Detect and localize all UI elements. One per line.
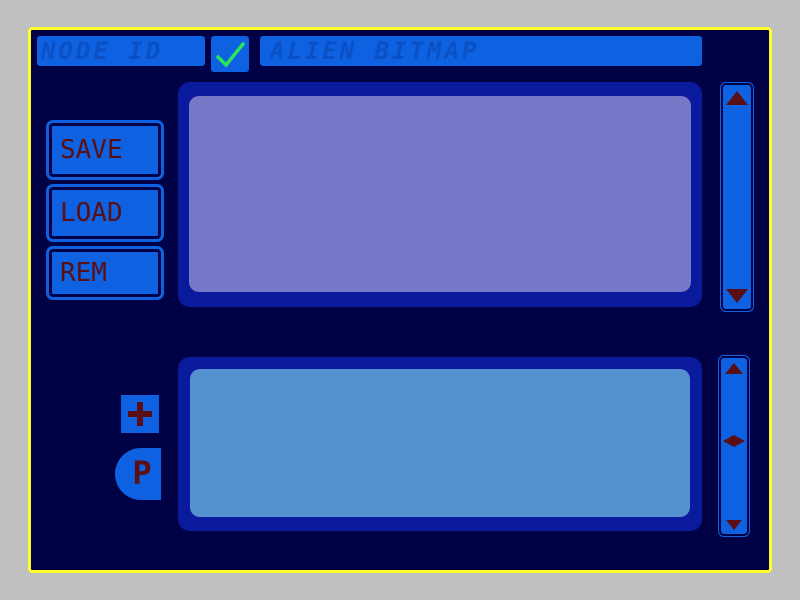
p-button[interactable]: P (115, 448, 161, 500)
scroll-down-arrow-icon[interactable] (726, 289, 748, 303)
plus-icon (128, 402, 152, 426)
p-label: P (132, 454, 152, 492)
rem-button[interactable]: REM (46, 246, 164, 300)
scroll-up-arrow-icon[interactable] (725, 363, 743, 374)
confirm-checkbox[interactable] (211, 36, 249, 72)
list-area[interactable] (190, 369, 690, 517)
lower-panel-frame (178, 357, 702, 531)
diamond-icon[interactable] (721, 434, 747, 448)
scroll-down-arrow-icon[interactable] (726, 520, 742, 530)
app-window: NODE ID ALIEN BITMAP SAVE LOAD REM P (28, 27, 772, 573)
upper-scrollbar[interactable] (720, 82, 754, 312)
upper-panel-frame (178, 82, 702, 307)
load-button[interactable]: LOAD (46, 184, 164, 242)
add-button[interactable] (121, 395, 159, 433)
scroll-up-arrow-icon[interactable] (726, 91, 748, 105)
save-button[interactable]: SAVE (46, 120, 164, 180)
lower-scrollbar[interactable] (718, 355, 750, 537)
title-field[interactable]: ALIEN BITMAP (260, 36, 702, 66)
node-id-field[interactable]: NODE ID (37, 36, 205, 66)
check-icon (216, 42, 245, 67)
bitmap-canvas[interactable] (189, 96, 691, 292)
